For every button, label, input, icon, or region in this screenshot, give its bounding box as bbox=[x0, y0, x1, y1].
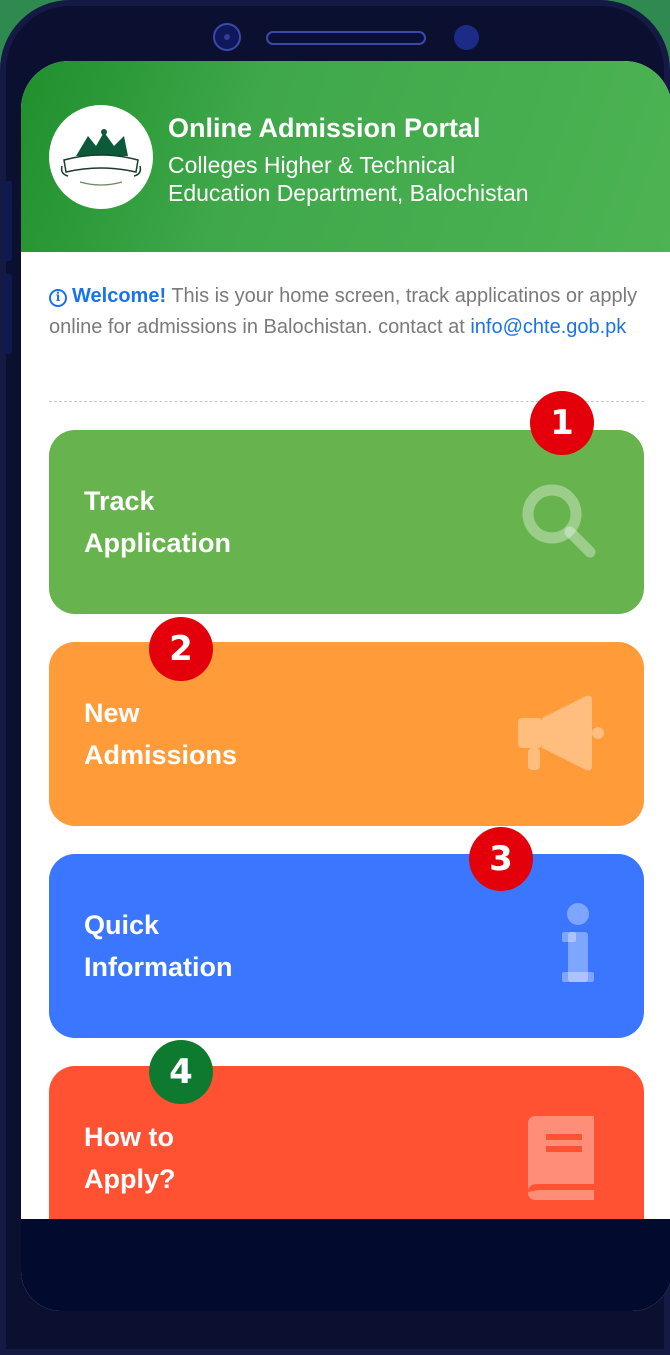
portal-title: Online Admission Portal bbox=[168, 113, 481, 143]
phone-frame: Online Admission Portal Colleges Higher … bbox=[0, 0, 670, 1355]
card-label: New Admissions bbox=[84, 692, 324, 776]
contact-email-link[interactable]: info@chte.gob.pk bbox=[470, 316, 626, 338]
quick-information-card[interactable]: Quick Information bbox=[49, 854, 644, 1038]
search-icon bbox=[522, 484, 596, 558]
card-label-line-1: Quick bbox=[84, 910, 160, 940]
card-label-line-2: Apply? bbox=[84, 1164, 176, 1194]
book-icon bbox=[528, 1116, 594, 1200]
earpiece-speaker bbox=[266, 31, 426, 45]
info-icon bbox=[562, 903, 594, 982]
card-label: Track Application bbox=[84, 480, 324, 564]
department-name: Colleges Higher & Technical Education De… bbox=[168, 151, 608, 207]
card-label-line-1: New bbox=[84, 698, 140, 728]
bottom-navigation-bar bbox=[21, 1219, 670, 1311]
new-admissions-card[interactable]: New Admissions bbox=[49, 642, 644, 826]
card-label-line-1: Track bbox=[84, 486, 155, 516]
department-line-2: Education Department, Balochistan bbox=[168, 180, 529, 206]
card-label-line-2: Application bbox=[84, 528, 231, 558]
department-line-1: Colleges Higher & Technical bbox=[168, 152, 456, 178]
annotation-badge-4: 4 bbox=[149, 1040, 213, 1104]
card-label: Quick Information bbox=[84, 904, 324, 988]
welcome-message: i Welcome! This is your home screen, trac… bbox=[49, 281, 649, 343]
annotation-badge-1: 1 bbox=[530, 391, 594, 455]
app-header: Online Admission Portal Colleges Higher … bbox=[21, 61, 670, 252]
annotation-badge-3: 3 bbox=[469, 827, 533, 891]
volume-down-button bbox=[4, 274, 12, 354]
app-screen: Online Admission Portal Colleges Higher … bbox=[21, 61, 670, 1311]
track-application-card[interactable]: Track Application bbox=[49, 430, 644, 614]
annotation-badge-2: 2 bbox=[149, 617, 213, 681]
welcome-heading: Welcome! bbox=[72, 285, 167, 307]
info-circle-icon: i bbox=[49, 288, 67, 307]
card-label: How to Apply? bbox=[84, 1116, 324, 1200]
department-logo bbox=[49, 105, 153, 209]
card-label-line-2: Information bbox=[84, 952, 233, 982]
volume-up-button bbox=[4, 181, 12, 261]
proximity-sensor bbox=[454, 25, 479, 50]
front-camera bbox=[213, 23, 241, 51]
card-label-line-2: Admissions bbox=[84, 740, 238, 770]
megaphone-icon bbox=[518, 695, 604, 771]
card-label-line-1: How to bbox=[84, 1122, 174, 1152]
